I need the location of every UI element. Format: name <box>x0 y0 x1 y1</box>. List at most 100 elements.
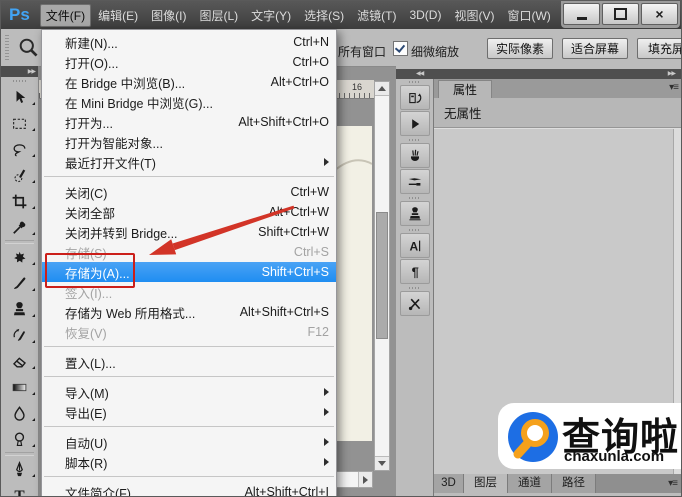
move-tool[interactable] <box>1 84 38 110</box>
history-panel-button[interactable] <box>399 85 430 110</box>
file-menu-item[interactable]: 导入(M) <box>42 382 336 402</box>
tab-properties[interactable]: 属性 <box>438 80 493 98</box>
menu-item-label: 置入(L)... <box>65 356 116 371</box>
menubar-item[interactable]: 文字(Y) <box>245 4 297 27</box>
tool-presets-panel-button[interactable] <box>399 291 430 316</box>
menu-item-label: 最近打开文件(T) <box>65 156 156 171</box>
eraser-tool[interactable] <box>1 348 38 374</box>
file-menu-item[interactable]: 自动(U) <box>42 432 336 452</box>
gradient-tool[interactable] <box>1 374 38 400</box>
quick-selection-tool[interactable] <box>1 162 38 188</box>
menu-separator <box>42 172 336 182</box>
tools-panel-header[interactable]: ▶▶ <box>1 66 38 77</box>
history-brush-tool-icon <box>13 328 25 341</box>
menubar-item[interactable]: 文件(F) <box>39 3 92 27</box>
scroll-down-icon[interactable] <box>375 456 389 470</box>
menubar-item[interactable]: 视图(V) <box>448 4 500 27</box>
dodge-tool[interactable] <box>1 426 38 452</box>
file-menu-item[interactable]: 在 Bridge 中浏览(B)... Alt+Ctrl+O <box>42 72 336 92</box>
brush-tool[interactable] <box>1 270 38 296</box>
actions-panel-button[interactable] <box>399 111 430 136</box>
no-properties-text: 无属性 <box>434 98 681 128</box>
layers-panel-menu-icon[interactable]: ▾≡ <box>668 478 678 489</box>
clone-source-panel-icon <box>408 206 421 220</box>
brush-panel-panel-button[interactable] <box>399 143 430 168</box>
watermark-domain: chaxunla.com <box>564 448 665 465</box>
scrubby-zoom-checkbox[interactable] <box>393 41 408 56</box>
file-menu-item[interactable]: 在 Mini Bridge 中浏览(G)... <box>42 92 336 112</box>
crop-tool[interactable] <box>1 188 38 214</box>
eyedropper-tool[interactable] <box>1 214 38 240</box>
file-menu-item[interactable]: 文件简介(F)... Alt+Shift+Ctrl+I <box>42 482 336 496</box>
menubar-item[interactable]: 编辑(E) <box>92 4 144 27</box>
minimize-icon <box>576 17 587 20</box>
pen-tool[interactable] <box>1 456 38 482</box>
file-menu-item[interactable]: 新建(N)... Ctrl+N <box>42 32 336 52</box>
menubar-item[interactable]: 选择(S) <box>298 4 350 27</box>
brush-presets-panel-button[interactable] <box>399 169 430 194</box>
tab-3D[interactable]: 3D <box>434 474 464 493</box>
scroll-up-icon[interactable] <box>375 82 389 96</box>
dock-group-grip[interactable] <box>396 285 433 290</box>
menubar-item[interactable]: 图层(L) <box>193 4 244 27</box>
menubar-item[interactable]: 3D(D) <box>403 5 447 25</box>
file-menu-item[interactable]: 置入(L)... <box>42 352 336 372</box>
quick-selection-tool-icon <box>14 169 26 182</box>
clone-source-panel-button[interactable] <box>399 201 430 226</box>
maximize-button[interactable] <box>602 3 639 25</box>
panel-menu-icon[interactable]: ▾≡ <box>669 82 679 93</box>
fill-screen-button[interactable]: 填充屏幕 <box>637 38 681 59</box>
file-menu-item[interactable]: 关闭(C) Ctrl+W <box>42 182 336 202</box>
gradient-tool-icon <box>12 383 27 391</box>
spot-healing-tool[interactable] <box>1 244 38 270</box>
file-menu-item[interactable]: 最近打开文件(T) <box>42 152 336 172</box>
tab-通道[interactable]: 通道 <box>508 474 552 493</box>
dock-group-grip[interactable] <box>396 195 433 200</box>
collapse-dock-icon[interactable]: ▶▶ <box>668 71 676 77</box>
file-menu-item[interactable]: 关闭全部 Alt+Ctrl+W <box>42 202 336 222</box>
vertical-scrollbar-thumb[interactable] <box>376 212 388 339</box>
menu-separator <box>42 342 336 352</box>
menu-item-shortcut: Ctrl+O <box>292 55 329 69</box>
menu-item-label: 恢复(V) <box>65 326 107 341</box>
minimize-button[interactable] <box>563 3 600 25</box>
scroll-right-icon[interactable] <box>358 472 372 487</box>
vertical-scrollbar[interactable] <box>374 81 390 471</box>
dock-group-grip[interactable] <box>396 79 433 84</box>
file-menu-item[interactable]: 导出(E) <box>42 402 336 422</box>
fit-screen-button[interactable]: 适合屏幕 <box>562 38 628 59</box>
blur-tool[interactable] <box>1 400 38 426</box>
dock-group-grip[interactable] <box>396 137 433 142</box>
paragraph-panel-button[interactable]: ¶ <box>399 259 430 284</box>
dodge-tool-icon <box>14 432 25 446</box>
clone-stamp-tool[interactable] <box>1 296 38 322</box>
rectangular-marquee-tool[interactable] <box>1 110 38 136</box>
close-button[interactable]: × <box>641 3 678 25</box>
type-tool-icon: T <box>14 487 25 496</box>
tools-panel-grip[interactable] <box>1 77 38 84</box>
type-tool[interactable]: T <box>1 482 38 496</box>
collapse-panel-icon: ▶▶ <box>27 68 36 75</box>
file-menu-item[interactable]: 存储为 Web 所用格式... Alt+Shift+Ctrl+S <box>42 302 336 322</box>
zoom-tool-icon[interactable] <box>17 36 39 58</box>
tools-list: T <box>1 84 38 496</box>
menubar-item[interactable]: 窗口(W) <box>501 4 556 27</box>
file-menu-item[interactable]: 脚本(R) <box>42 452 336 472</box>
tab-路径[interactable]: 路径 <box>552 474 596 493</box>
scrubby-zoom-label: 细微缩放 <box>411 45 460 59</box>
expand-dock-icon[interactable]: ◀◀ <box>416 71 424 77</box>
file-menu-item[interactable]: 存储为(A)... Shift+Ctrl+S <box>42 262 336 282</box>
file-menu-item[interactable]: 打开(O)... Ctrl+O <box>42 52 336 72</box>
file-menu-item[interactable]: 打开为... Alt+Shift+Ctrl+O <box>42 112 336 132</box>
character-panel-button[interactable]: A <box>399 233 430 258</box>
tab-图层[interactable]: 图层 <box>464 474 508 493</box>
dock-group-grip[interactable] <box>396 227 433 232</box>
actual-pixels-button[interactable]: 实际像素 <box>487 38 553 59</box>
history-brush-tool[interactable] <box>1 322 38 348</box>
file-menu-item[interactable]: 关闭并转到 Bridge... Shift+Ctrl+W <box>42 222 336 242</box>
lasso-tool[interactable] <box>1 136 38 162</box>
menubar-item[interactable]: 图像(I) <box>145 4 192 27</box>
menubar-item[interactable]: 滤镜(T) <box>351 4 402 27</box>
brush-tool-icon <box>13 276 26 289</box>
file-menu-item[interactable]: 打开为智能对象... <box>42 132 336 152</box>
